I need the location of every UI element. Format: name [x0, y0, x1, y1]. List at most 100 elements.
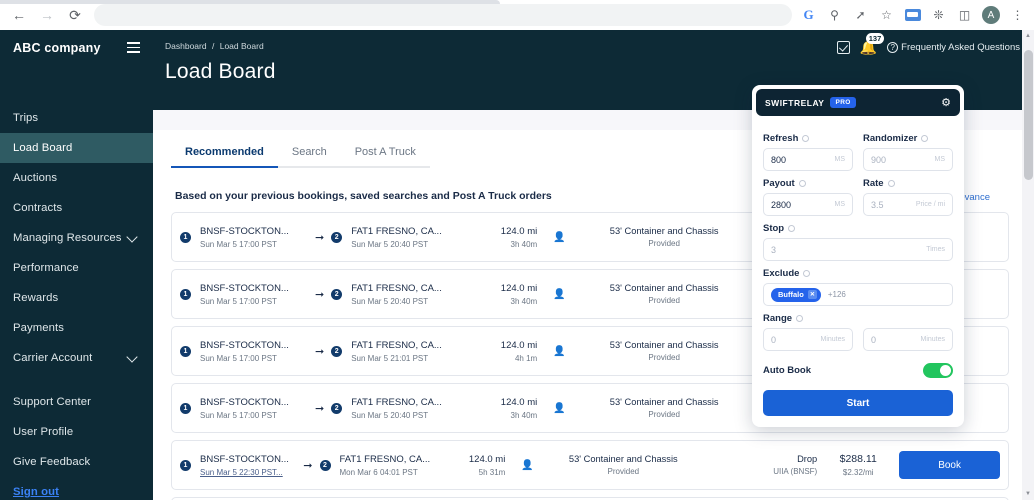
sidebar-item-load-board[interactable]: Load Board — [0, 133, 153, 163]
stop-input[interactable] — [771, 244, 923, 255]
extensions-puzzle-icon[interactable]: ❊ — [930, 7, 947, 24]
payout-input[interactable] — [771, 199, 831, 210]
sign-out-link[interactable]: Sign out — [0, 477, 153, 500]
payout-rate-row: Payout MS Rate — [763, 171, 953, 216]
breadcrumb-root[interactable]: Dashboard — [165, 41, 207, 51]
info-icon[interactable] — [803, 270, 811, 277]
tab-recommended[interactable]: Recommended — [171, 140, 278, 168]
sidebar-item-give-feedback[interactable]: Give Feedback — [0, 447, 153, 477]
refresh-input[interactable] — [771, 154, 831, 165]
dest-stop-badge: 2 — [331, 231, 343, 243]
scroll-up-arrow-icon[interactable]: ▲ — [1025, 33, 1031, 39]
range-to-unit: Minutes — [920, 336, 945, 343]
tab-post-a-truck[interactable]: Post A Truck — [340, 140, 430, 168]
sidebar-item-performance[interactable]: Performance — [0, 253, 153, 283]
distance-value: 124.0 mi — [500, 396, 538, 408]
range-from-unit: Minutes — [820, 336, 845, 343]
sidebar-item-carrier-account[interactable]: Carrier Account — [0, 343, 153, 373]
tab-search[interactable]: Search — [277, 140, 341, 168]
bookmark-star-icon[interactable]: ☆ — [878, 7, 895, 24]
exclude-input-wrap[interactable]: Buffalo ✕ +126 — [763, 283, 953, 306]
start-button[interactable]: Start — [763, 390, 953, 416]
sidebar-item-managing-resources[interactable]: Managing Resources — [0, 223, 153, 253]
rate-input-wrap: Price / mi — [863, 193, 953, 216]
route-arrow-icon: ➞ — [315, 345, 325, 358]
forward-arrow-icon[interactable]: → — [34, 2, 60, 28]
exclude-chip[interactable]: Buffalo ✕ — [771, 287, 821, 302]
gear-icon[interactable]: ⚙ — [941, 96, 951, 109]
info-icon[interactable] — [798, 180, 806, 187]
origin-time[interactable]: Sun Mar 5 22:30 PST... — [200, 468, 296, 477]
info-icon[interactable] — [921, 135, 929, 142]
sidebar-item-label: Payments — [13, 322, 65, 334]
sidebar-item-support-center[interactable]: Support Center — [0, 387, 153, 417]
sidebar-item-user-profile[interactable]: User Profile — [0, 417, 153, 447]
duration-value: 3h 40m — [510, 239, 538, 249]
distance-cell: 124.0 mi 3h 40m — [459, 283, 537, 306]
info-icon[interactable] — [887, 180, 895, 187]
side-panel-icon[interactable]: ◫ — [956, 7, 973, 24]
sidebar-item-contracts[interactable]: Contracts — [0, 193, 153, 223]
price-cell: $288.11 $2.32/mi — [817, 453, 899, 477]
destination-cell: FAT1 FRESNO, CA... Mon Mar 6 04:01 PST — [340, 454, 436, 477]
payout-label-text: Payout — [763, 178, 795, 189]
url-input[interactable] — [94, 4, 792, 26]
info-icon[interactable] — [788, 225, 796, 232]
bell-notification-icon[interactable]: 🔔 137 — [860, 33, 885, 54]
range-to-input[interactable] — [871, 334, 917, 345]
chevron-down-icon — [126, 230, 138, 243]
auto-book-row: Auto Book — [763, 363, 953, 378]
payout-unit: MS — [834, 201, 846, 208]
extension-blue-icon[interactable] — [904, 7, 921, 24]
equipment-note: Provided — [648, 410, 680, 420]
faq-link[interactable]: ? Frequently Asked Questions — [887, 41, 1020, 53]
table-row[interactable]: 1 BNSF-STOCKTON... Sun Mar 5 22:30 PST..… — [171, 440, 1009, 490]
swiftrelay-panel: SWIFTRELAY PRO ⚙ Refresh MS — [752, 85, 964, 427]
page-scrollbar[interactable]: ▲ ▼ — [1022, 30, 1034, 500]
sidebar-item-payments[interactable]: Payments — [0, 313, 153, 343]
info-icon[interactable] — [802, 135, 810, 142]
exclude-chip-label: Buffalo — [778, 290, 804, 299]
panel-logo: SWIFTRELAY PRO — [765, 97, 856, 108]
origin-stop-badge: 1 — [180, 345, 191, 357]
more-menu-icon[interactable]: ⋮ — [1009, 7, 1026, 24]
book-button[interactable]: Book — [899, 451, 1000, 479]
header-actions: 🔔 137 ? Frequently Asked Questions — [836, 33, 1020, 54]
sidebar-item-label: Managing Resources — [13, 232, 122, 244]
auto-book-toggle[interactable] — [923, 363, 953, 378]
sidebar-item-label: Auctions — [13, 172, 58, 184]
origin-name: BNSF-STOCKTON... — [200, 396, 289, 408]
rate-group: Rate Price / mi — [863, 178, 953, 216]
origin-name: BNSF-STOCKTON... — [200, 453, 289, 465]
distance-value: 124.0 mi — [500, 225, 538, 237]
sidebar-item-label: Load Board — [13, 142, 73, 154]
hamburger-menu-icon[interactable] — [127, 42, 140, 53]
rate-input[interactable] — [871, 199, 912, 210]
close-icon[interactable]: ✕ — [807, 290, 817, 299]
reload-icon[interactable]: ⟳ — [62, 2, 88, 28]
sidebar-item-rewards[interactable]: Rewards — [0, 283, 153, 313]
scrollbar-thumb[interactable] — [1023, 50, 1033, 180]
origin-time: Sun Mar 5 17:00 PST — [200, 296, 277, 306]
share-icon[interactable]: ➚ — [852, 7, 869, 24]
sidebar-item-auctions[interactable]: Auctions — [0, 163, 153, 193]
randomizer-input[interactable] — [871, 154, 931, 165]
profile-avatar-icon[interactable]: A — [982, 6, 1000, 24]
scroll-down-arrow-icon[interactable]: ▼ — [1025, 491, 1031, 497]
refresh-label-text: Refresh — [763, 133, 799, 144]
origin-cell: BNSF-STOCKTON... Sun Mar 5 17:00 PST — [200, 226, 308, 249]
range-to-wrap: Minutes — [863, 328, 953, 351]
refresh-label: Refresh — [763, 133, 853, 144]
duration-value: 3h 40m — [510, 296, 538, 306]
checkbox-icon[interactable] — [836, 40, 850, 54]
back-arrow-icon[interactable]: ← — [6, 2, 32, 28]
google-icon[interactable]: G — [800, 7, 817, 24]
sidebar-item-label: User Profile — [13, 426, 74, 438]
destination-cell: FAT1 FRESNO, CA... Sun Mar 5 20:40 PST — [351, 397, 459, 420]
equipment-cell: 53' Container and Chassis Provided — [582, 397, 747, 420]
faq-label: Frequently Asked Questions — [901, 41, 1020, 53]
info-icon[interactable] — [796, 315, 804, 322]
range-from-input[interactable] — [771, 334, 817, 345]
sidebar-item-trips[interactable]: Trips — [0, 103, 153, 133]
search-icon[interactable]: ⚲ — [826, 7, 843, 24]
